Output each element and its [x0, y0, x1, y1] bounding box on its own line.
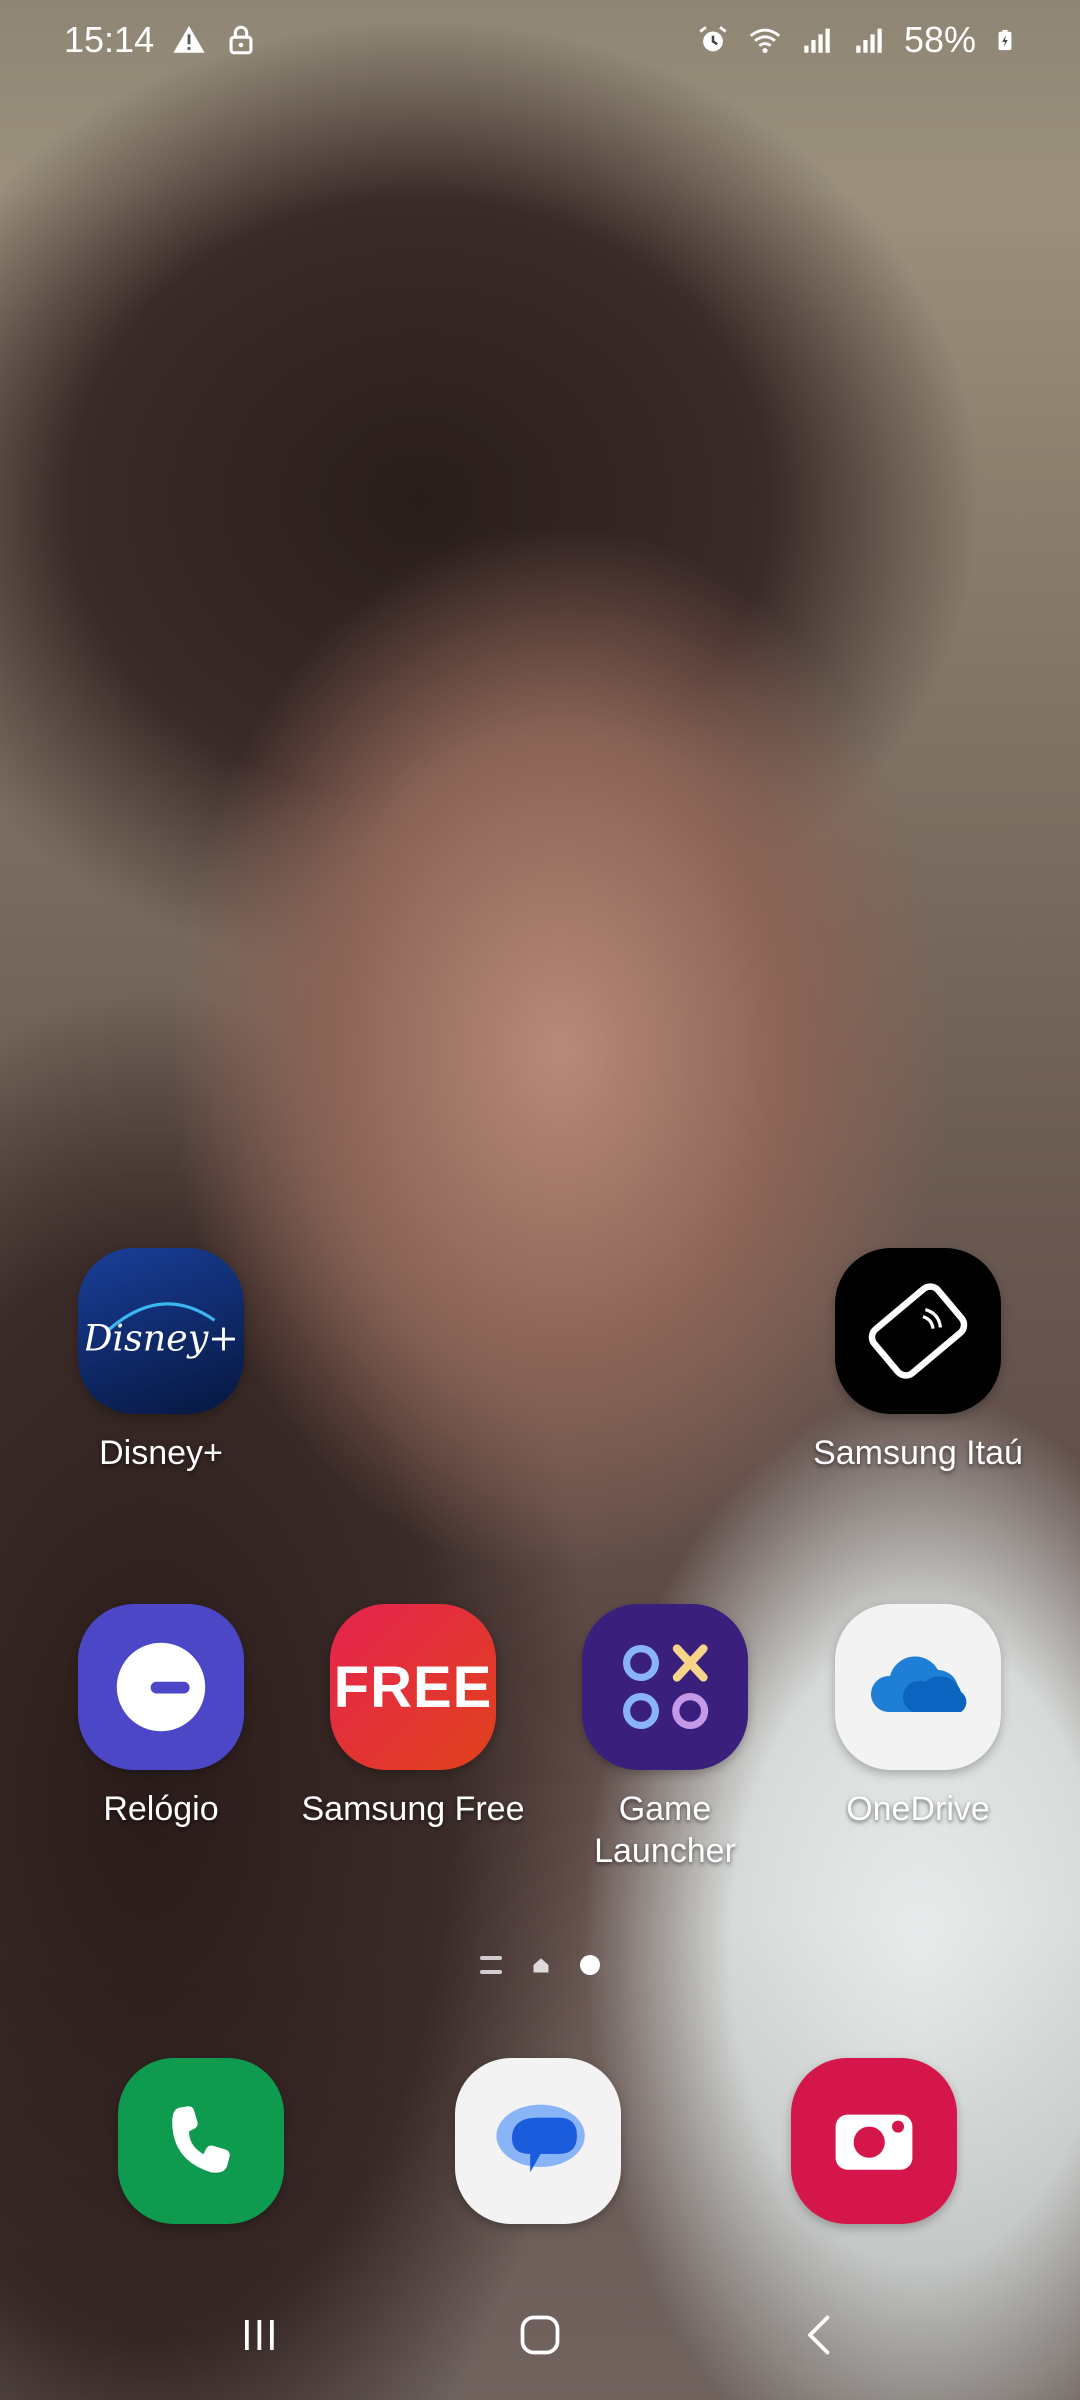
signal-1-icon — [804, 28, 830, 53]
signal-2-icon — [856, 28, 882, 53]
clock-time: 15:14 — [64, 19, 155, 60]
warning-icon — [173, 25, 205, 53]
page-indicator — [0, 1950, 1080, 1980]
recents-button[interactable] — [220, 2295, 300, 2375]
chat-bubble-icon[interactable] — [455, 2058, 621, 2224]
status-bar: 15:14 58% — [0, 0, 1080, 80]
game-launcher-icon[interactable] — [582, 1604, 748, 1770]
lock-icon — [229, 25, 253, 55]
app-game-launcher[interactable]: Game Launcher — [540, 1604, 790, 1872]
clock-icon[interactable] — [78, 1604, 244, 1770]
home-icon — [520, 2315, 560, 2355]
free-icon[interactable]: FREE — [330, 1604, 496, 1770]
disney-plus-icon[interactable]: Disney+ — [78, 1248, 244, 1414]
app-samsung-itau[interactable]: Samsung Itaú — [793, 1248, 1043, 1474]
pager-active-dot[interactable] — [580, 1955, 600, 1975]
pager-list-icon[interactable] — [480, 1956, 502, 1974]
svg-text:Disney+: Disney+ — [86, 1316, 236, 1359]
battery-percent: 58% — [903, 19, 976, 60]
app-samsung-free[interactable]: FREE Samsung Free — [288, 1604, 538, 1830]
camera-icon[interactable] — [791, 2058, 957, 2224]
home-button[interactable] — [500, 2295, 580, 2375]
disney-plus-label: Disney+ — [99, 1434, 223, 1472]
onedrive-label: OneDrive — [846, 1790, 990, 1828]
phone-icon[interactable] — [118, 2058, 284, 2224]
wifi-icon — [749, 28, 780, 54]
game-launcher-label-line1: Game — [618, 1790, 712, 1828]
wallpaper — [0, 0, 1080, 2400]
free-icon-text: FREE — [333, 1654, 493, 1720]
app-disney-plus[interactable]: Disney+ Disney+ — [36, 1248, 286, 1474]
alarm-icon — [699, 26, 727, 52]
navigation-bar — [0, 2290, 1080, 2380]
battery-icon — [998, 29, 1012, 51]
back-button[interactable] — [780, 2295, 860, 2375]
relogio-label: Relógio — [103, 1790, 219, 1828]
recents-icon — [245, 2320, 274, 2350]
samsung-free-label: Samsung Free — [301, 1790, 525, 1828]
pager-home-icon[interactable] — [530, 1955, 552, 1975]
card-tap-icon[interactable] — [835, 1248, 1001, 1414]
app-onedrive[interactable]: OneDrive — [793, 1604, 1043, 1830]
game-launcher-label: Game Launcher — [540, 1788, 790, 1872]
samsung-itau-label: Samsung Itaú — [813, 1434, 1023, 1472]
app-relogio[interactable]: Relógio — [36, 1604, 286, 1830]
back-icon — [808, 2315, 830, 2355]
cloud-icon[interactable] — [835, 1604, 1001, 1770]
game-launcher-label-line2: Launcher — [594, 1832, 736, 1870]
